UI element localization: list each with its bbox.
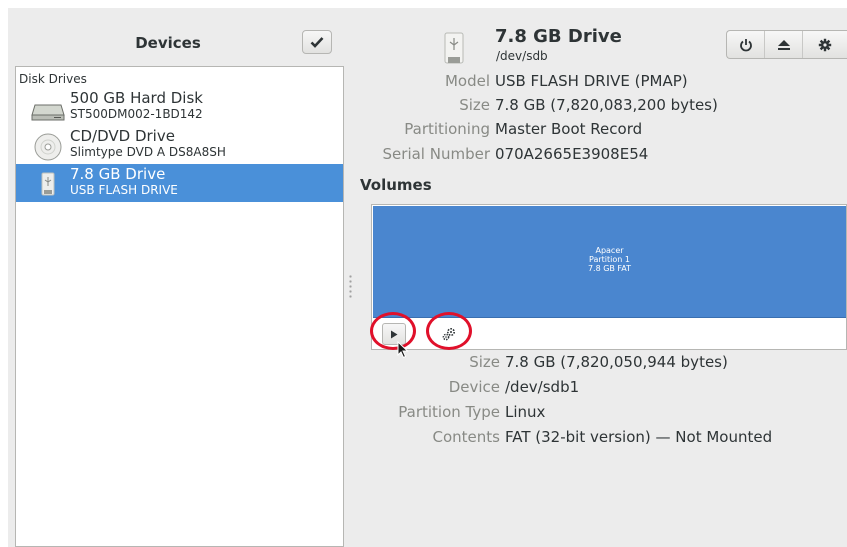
drive-action-buttons bbox=[726, 30, 847, 59]
devices-title: Devices bbox=[135, 34, 201, 52]
device-model: ST500DM002-1BD142 bbox=[70, 107, 203, 121]
drive-settings-button[interactable] bbox=[803, 31, 847, 58]
partitioning-value: Master Boot Record bbox=[495, 120, 643, 138]
drive-title: 7.8 GB Drive bbox=[495, 26, 622, 47]
volume-device-label: Device bbox=[448, 378, 500, 396]
device-list: Disk Drives 500 GB Hard Disk ST500DM002-… bbox=[15, 66, 344, 547]
annotation-circle bbox=[426, 312, 472, 350]
device-name: CD/DVD Drive bbox=[70, 127, 175, 145]
drive-device-path: /dev/sdb bbox=[496, 49, 548, 63]
device-item-usb-drive[interactable]: 7.8 GB Drive USB FLASH DRIVE bbox=[16, 164, 343, 202]
partition-number: Partition 1 bbox=[589, 255, 630, 264]
volume-size-value: 7.8 GB (7,820,050,944 bytes) bbox=[505, 353, 728, 371]
device-model: USB FLASH DRIVE bbox=[70, 183, 178, 197]
device-name: 500 GB Hard Disk bbox=[70, 89, 203, 107]
volume-size-label: Size bbox=[469, 353, 500, 371]
partitioning-label: Partitioning bbox=[404, 120, 490, 138]
annotation-circle bbox=[370, 312, 416, 350]
contents-value: FAT (32-bit version) — Not Mounted bbox=[505, 428, 773, 446]
usb-drive-icon bbox=[41, 172, 55, 196]
partition-name: Apacer bbox=[595, 246, 624, 255]
size-label: Size bbox=[459, 96, 490, 114]
checkmark-icon bbox=[310, 37, 324, 48]
partition-type-label: Partition Type bbox=[398, 403, 500, 421]
disks-window: Devices Disk Drives 500 GB Hard Disk ST5… bbox=[8, 8, 847, 547]
partition-label: Apacer Partition 1 7.8 GB FAT bbox=[373, 246, 846, 273]
partition-type-value: Linux bbox=[505, 403, 546, 421]
power-off-icon bbox=[739, 38, 752, 51]
mouse-cursor-icon bbox=[397, 341, 409, 359]
volume-device-value: /dev/sdb1 bbox=[505, 378, 580, 396]
model-label: Model bbox=[444, 72, 490, 90]
power-off-button[interactable] bbox=[727, 31, 765, 58]
partition-size-type: 7.8 GB FAT bbox=[587, 264, 632, 273]
usb-drive-icon bbox=[444, 32, 464, 64]
partition-1-block[interactable]: Apacer Partition 1 7.8 GB FAT bbox=[373, 206, 846, 318]
pane-resize-handle[interactable] bbox=[349, 274, 352, 298]
size-value: 7.8 GB (7,820,083,200 bytes) bbox=[495, 96, 718, 114]
volumes-title: Volumes bbox=[360, 176, 432, 194]
eject-button[interactable] bbox=[765, 31, 803, 58]
serial-number-label: Serial Number bbox=[382, 145, 490, 163]
disk-drives-header: Disk Drives bbox=[19, 72, 87, 86]
optical-drive-icon bbox=[34, 133, 62, 161]
device-model: Slimtype DVD A DS8A8SH bbox=[70, 145, 226, 159]
device-item-hard-disk[interactable]: 500 GB Hard Disk ST500DM002-1BD142 bbox=[16, 88, 343, 126]
contents-label: Contents bbox=[432, 428, 500, 446]
select-mode-button[interactable] bbox=[302, 30, 332, 54]
device-item-cd-dvd[interactable]: CD/DVD Drive Slimtype DVD A DS8A8SH bbox=[16, 126, 343, 164]
serial-number-value: 070A2665E3908E54 bbox=[495, 145, 649, 163]
hard-disk-icon bbox=[31, 104, 65, 121]
gear-icon bbox=[818, 38, 832, 51]
device-name: 7.8 GB Drive bbox=[70, 165, 166, 183]
eject-icon bbox=[777, 39, 790, 50]
model-value: USB FLASH DRIVE (PMAP) bbox=[495, 72, 688, 90]
